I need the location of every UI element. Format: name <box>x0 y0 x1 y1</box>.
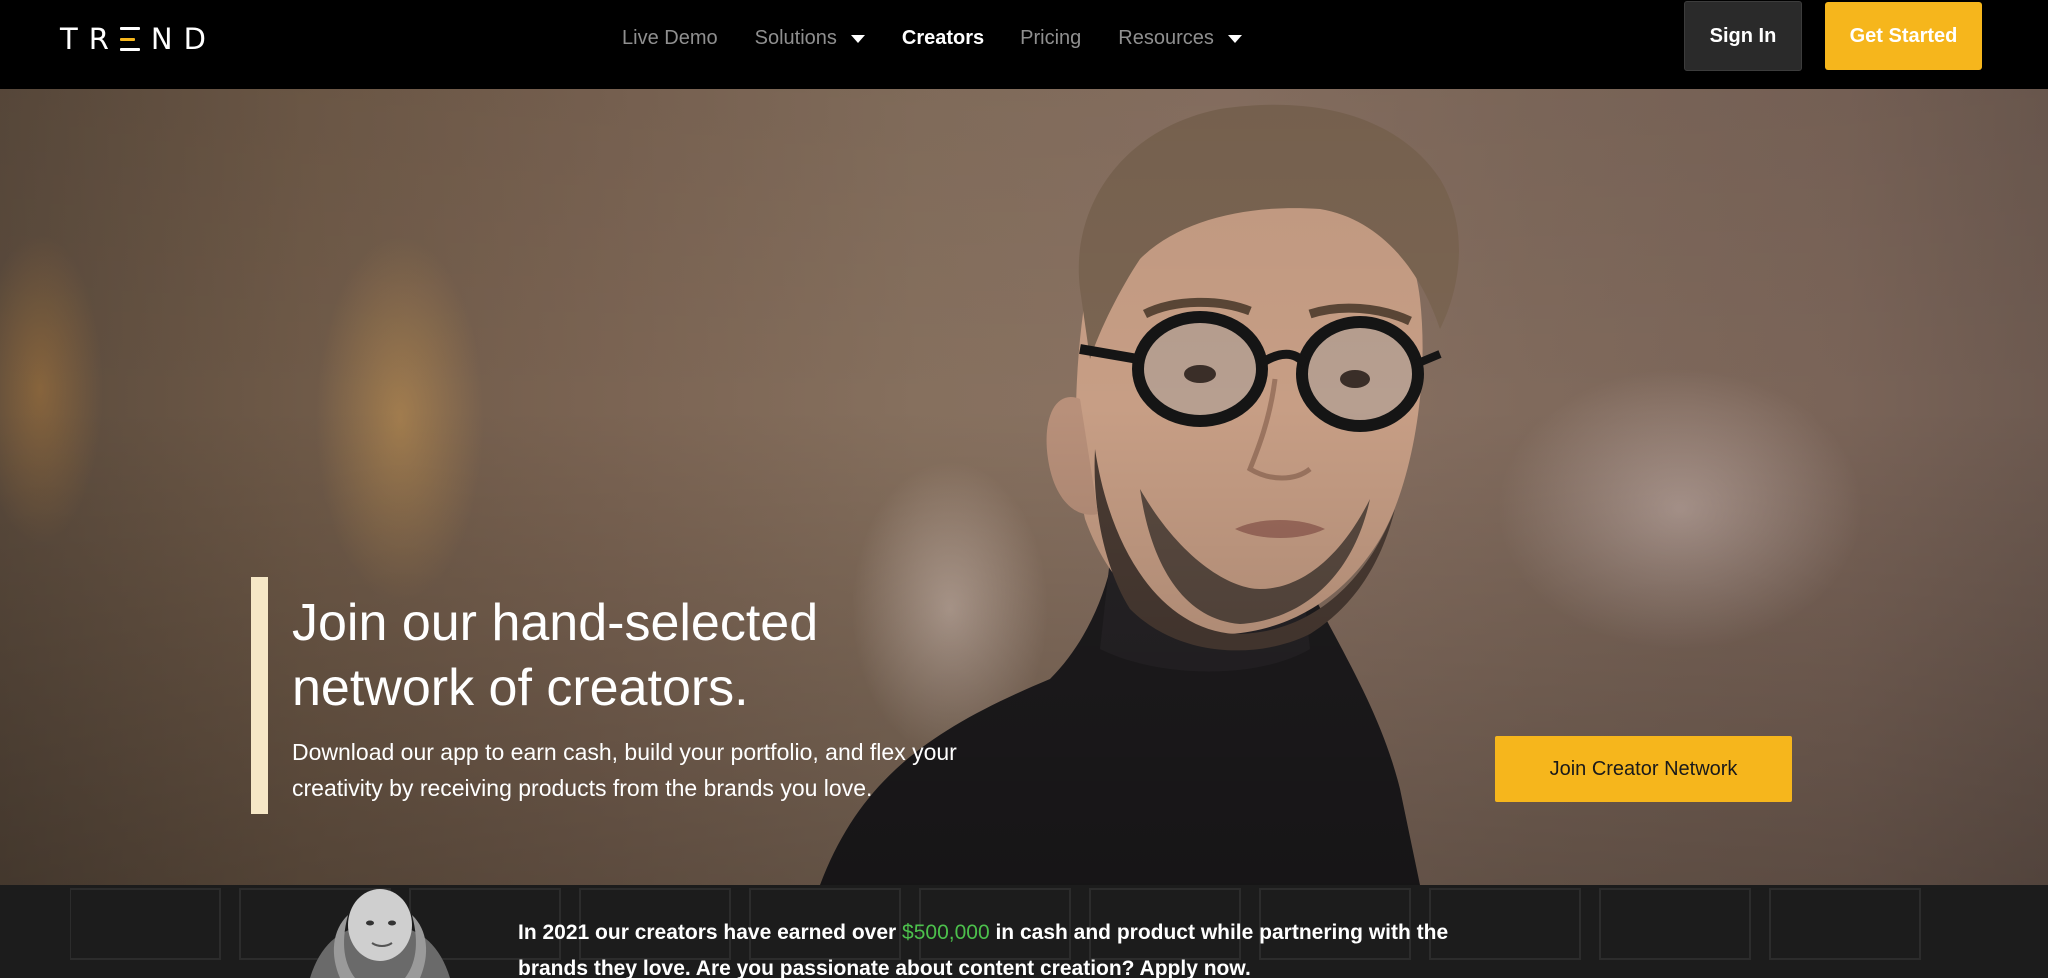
hero-title: Join our hand-selected network of creato… <box>292 591 932 721</box>
nav-link-label: Resources <box>1118 27 1214 49</box>
earnings-text-before: In 2021 our creators have earned over <box>518 921 903 944</box>
nav-link-label: Pricing <box>1020 27 1082 49</box>
logo-letter-d: D <box>183 22 206 56</box>
hero-accent-bar <box>251 577 268 814</box>
hero-subtitle: Download our app to earn cash, build you… <box>292 734 1052 806</box>
logo-letter-r: R <box>88 22 109 56</box>
hero-section: Join our hand-selected network of creato… <box>0 89 2048 885</box>
earnings-amount: $500,000 <box>902 921 990 944</box>
nav-link-pricing[interactable]: Pricing <box>1020 27 1081 50</box>
top-navbar: T R N D Live Demo Solutions Creators Pri… <box>0 0 2048 89</box>
nav-link-label: Live Demo <box>622 27 718 49</box>
nav-link-solutions[interactable]: Solutions <box>755 27 865 50</box>
benjamin-franklin-portrait <box>310 889 450 978</box>
main-nav: Live Demo Solutions Creators Pricing Res… <box>622 0 1242 77</box>
join-creator-network-button[interactable]: Join Creator Network <box>1495 736 1792 802</box>
earnings-text-line-2: brands they love. Are you passionate abo… <box>518 957 1251 978</box>
sign-in-button[interactable]: Sign In <box>1684 1 1802 71</box>
trend-logo[interactable]: T R N D <box>60 22 206 56</box>
hero-title-line-1: Join our hand-selected <box>292 594 819 652</box>
logo-letter-t: T <box>60 22 78 56</box>
earnings-text-after: in cash and product while partnering wit… <box>989 921 1449 944</box>
nav-link-live-demo[interactable]: Live Demo <box>622 27 718 50</box>
logo-e-mark-icon <box>119 27 140 51</box>
logo-letter-n: N <box>150 22 173 56</box>
nav-link-label: Solutions <box>754 27 837 49</box>
nav-link-creators[interactable]: Creators <box>902 27 984 50</box>
get-started-button[interactable]: Get Started <box>1825 2 1982 70</box>
nav-link-resources[interactable]: Resources <box>1118 27 1242 50</box>
caret-down-icon <box>1227 34 1242 43</box>
earnings-banner: In 2021 our creators have earned over $5… <box>0 885 2048 978</box>
hero-subtitle-line-1: Download our app to earn cash, build you… <box>292 739 957 765</box>
earnings-text: In 2021 our creators have earned over $5… <box>518 915 1518 978</box>
hero-subtitle-line-2: creativity by receiving products from th… <box>292 775 873 801</box>
hero-title-line-2: network of creators. <box>292 659 749 717</box>
nav-link-label: Creators <box>901 27 985 49</box>
caret-down-icon <box>850 34 865 43</box>
